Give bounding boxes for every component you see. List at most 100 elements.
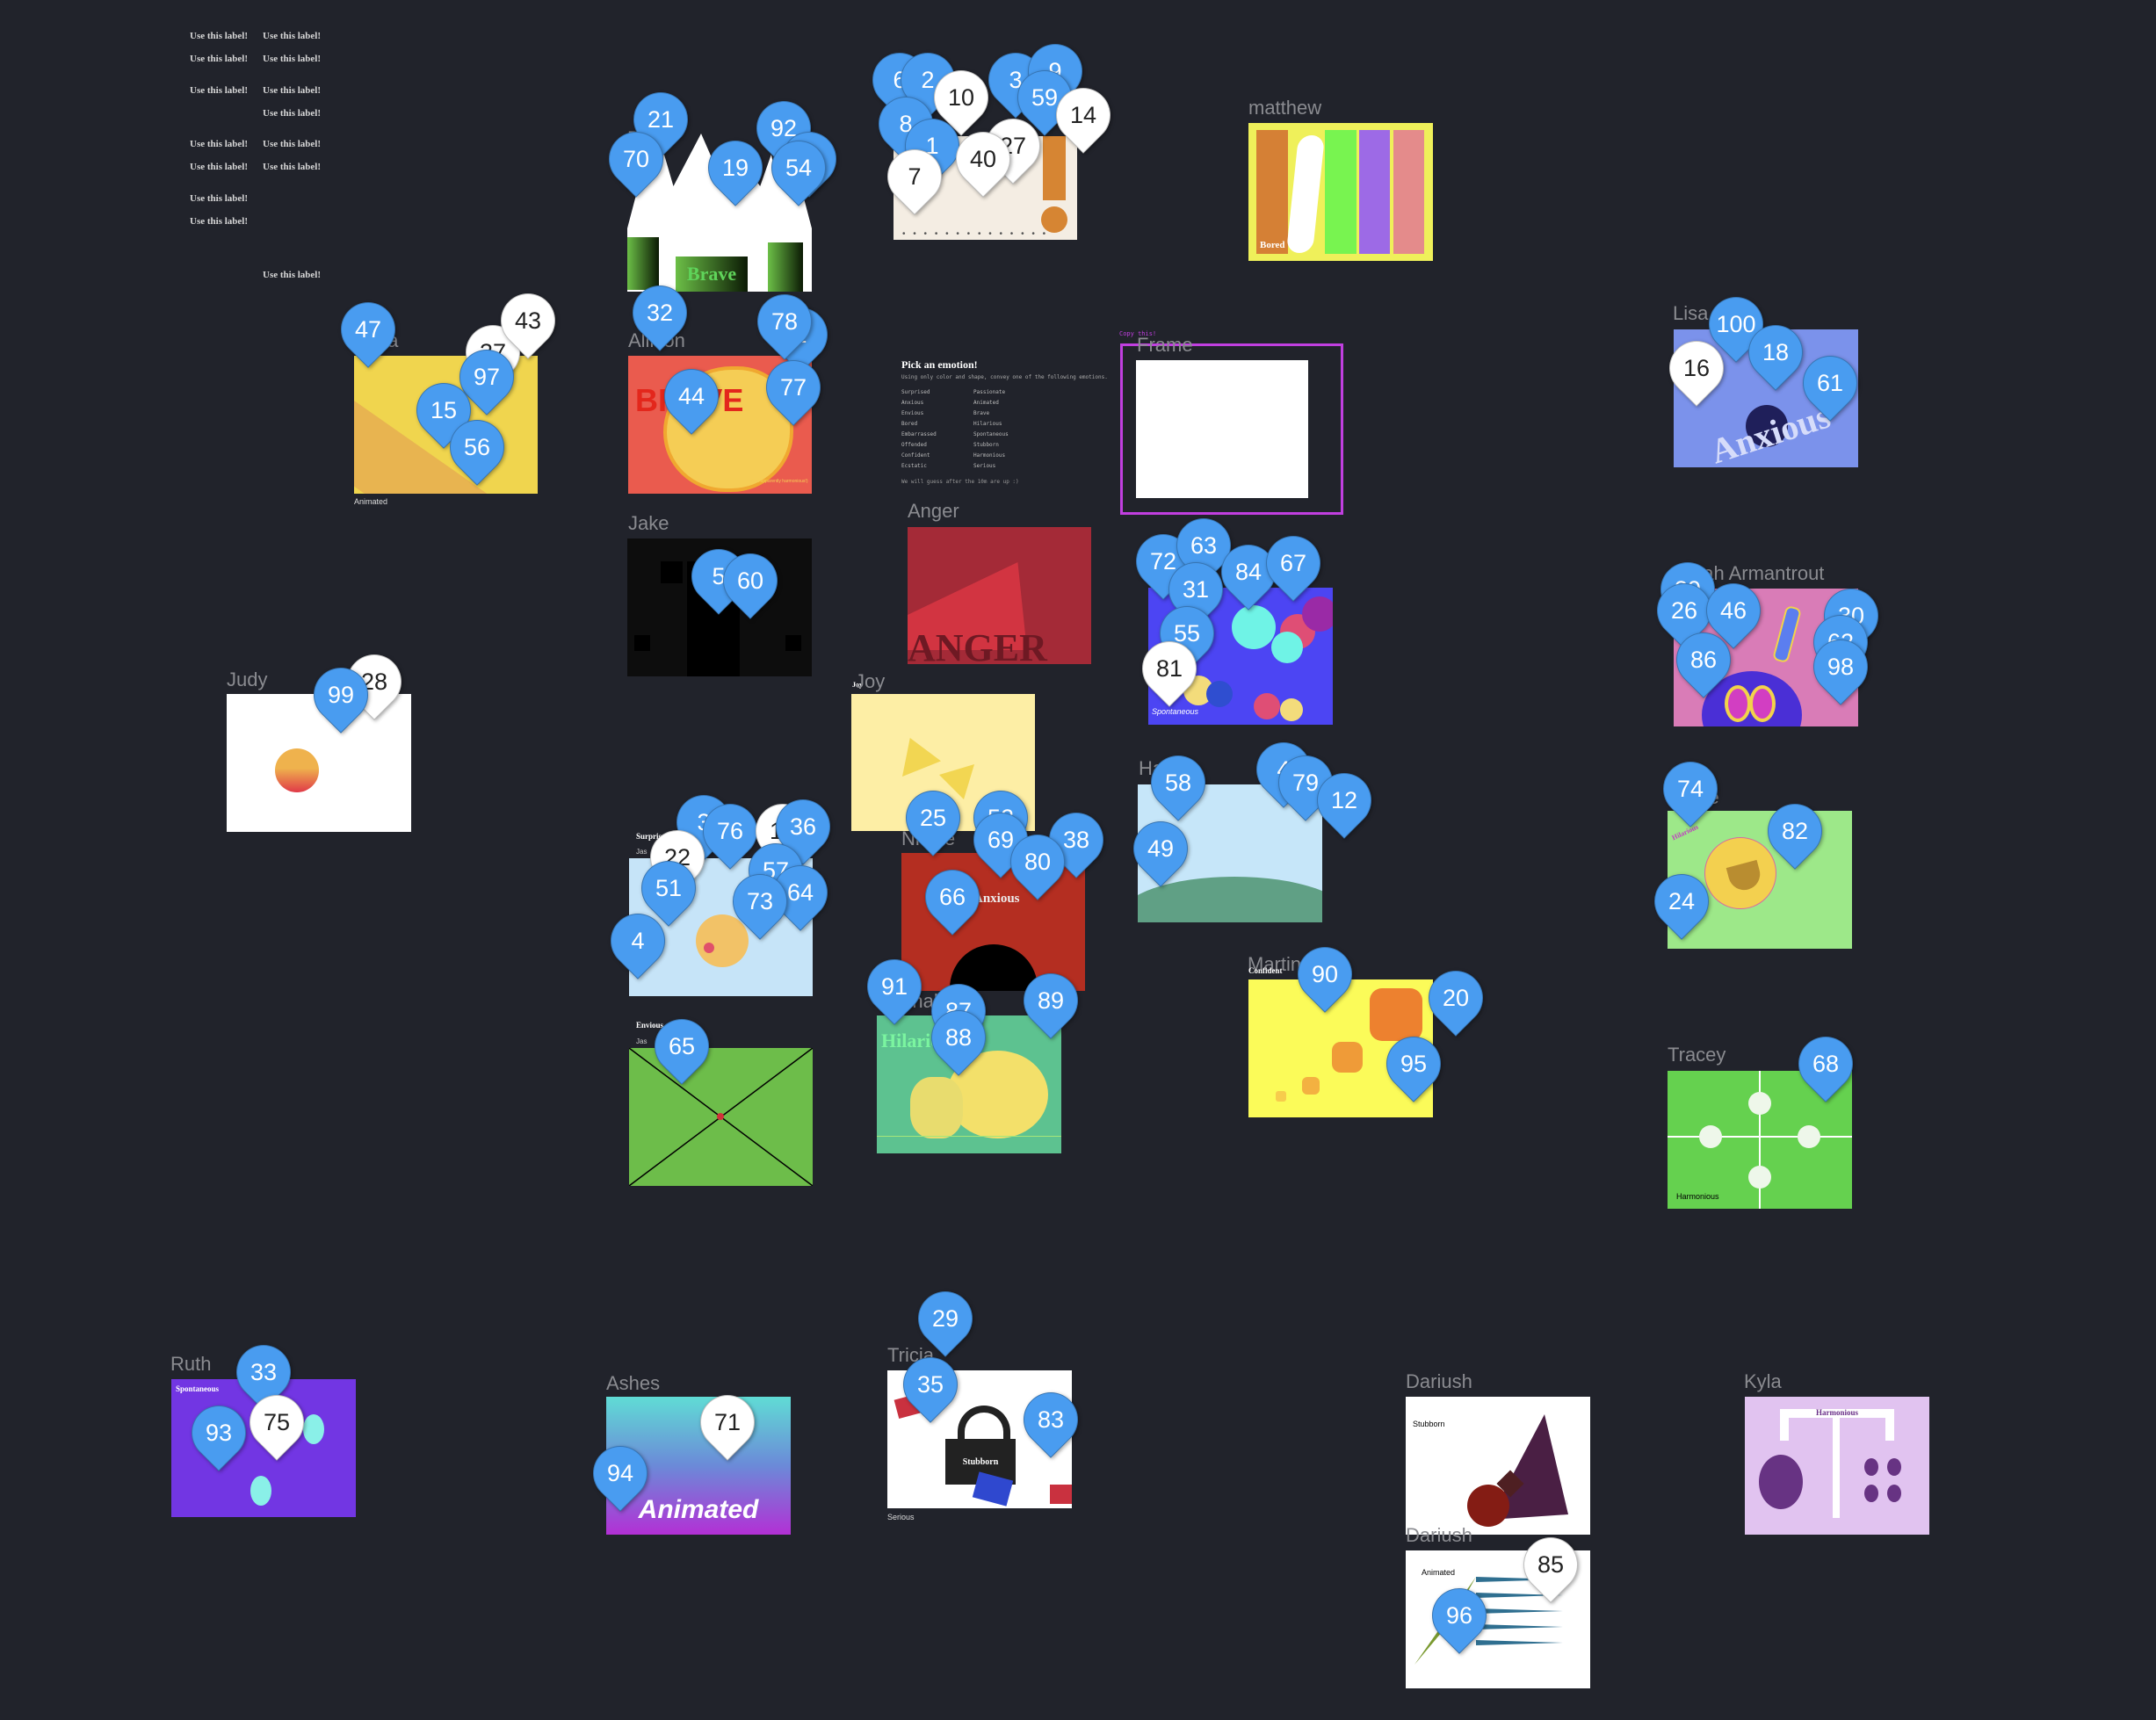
comment-pin-number: 7: [908, 163, 922, 190]
comment-pin-number: 29: [931, 1304, 959, 1332]
frame-name: Tracey: [1668, 1044, 1726, 1066]
frame-name: Anger: [908, 500, 959, 522]
comment-pin-number: 19: [721, 154, 749, 181]
comment-pin-number: 12: [1330, 786, 1358, 813]
comment-pin-number: 74: [1676, 775, 1704, 802]
comment-pin-number: 88: [944, 1023, 973, 1051]
comment-pin-number: 25: [919, 804, 947, 831]
comment-pin-number: 78: [771, 307, 799, 335]
confident-text: Confident: [1248, 966, 1283, 975]
sticky-label[interactable]: Use this label!: [190, 162, 248, 172]
comment-pin-number: 89: [1037, 986, 1065, 1014]
emotion-item: Animated: [973, 400, 999, 406]
frame-name: Frame: [1137, 334, 1193, 356]
comment-pin-number: 24: [1668, 887, 1696, 914]
frame-name: Judy: [227, 668, 268, 690]
comment-pin-number: 10: [947, 83, 975, 111]
sticky-label[interactable]: Use this label!: [190, 85, 248, 96]
animated-text: Animated: [638, 1495, 759, 1524]
comment-pin-number: 44: [677, 382, 705, 409]
frame-name: Lisa: [1673, 302, 1709, 324]
comment-pin-number: 33: [250, 1358, 278, 1385]
comment-pin-number: 65: [668, 1032, 696, 1059]
surprised-author: Jas: [636, 848, 648, 856]
comment-pin-number: 75: [263, 1408, 291, 1435]
sticky-label[interactable]: Use this label!: [190, 193, 248, 204]
sticky-label[interactable]: Use this label!: [263, 270, 321, 280]
spontaneous-text: Spontaneous: [176, 1384, 220, 1393]
frame-kyla[interactable]: Harmonious: [1745, 1397, 1929, 1535]
emotion-item: Bored: [901, 421, 918, 427]
comment-pin-number: 80: [1024, 848, 1052, 875]
comment-pin-number: 32: [646, 299, 674, 326]
comment-pin-number: 35: [916, 1370, 944, 1398]
comment-pin-number: 16: [1682, 354, 1711, 381]
frame-matthew[interactable]: Bored: [1248, 123, 1433, 261]
emotion-item: Hilarious: [973, 421, 1002, 427]
envious-author: Jas: [636, 1037, 648, 1045]
sticky-label[interactable]: Use this label!: [263, 54, 321, 64]
sticky-label[interactable]: Use this label!: [263, 31, 321, 41]
allison-note: (But apparently harmonious!): [751, 479, 808, 484]
frame-name: Dariush: [1406, 1370, 1472, 1392]
comment-pin-number: 95: [1400, 1050, 1428, 1077]
comment-pin-number: 81: [1155, 654, 1183, 682]
comment-pin-number: 70: [622, 145, 650, 172]
sticky-label[interactable]: Use this label!: [263, 162, 321, 172]
hilarious-text: Hilarious: [1670, 822, 1700, 842]
comment-pin-number: 85: [1537, 1550, 1565, 1578]
comment-pin-number: 77: [779, 373, 807, 401]
emotion-item: Envious: [901, 410, 924, 416]
comment-pin-number: 73: [746, 887, 774, 914]
animated-text: Animated: [1422, 1568, 1456, 1577]
comment-pin-number: 83: [1037, 1406, 1065, 1433]
sticky-label[interactable]: Use this label!: [263, 139, 321, 149]
comment-pin-number: 26: [1670, 596, 1698, 624]
frame-name: matthew: [1248, 97, 1322, 119]
comment-pin-number: 91: [880, 972, 908, 1000]
sticky-label[interactable]: Use this label!: [263, 108, 321, 119]
comment-pin-number: 49: [1147, 835, 1175, 862]
sticky-label[interactable]: Use this label!: [190, 54, 248, 64]
comment-pin-number: 71: [713, 1408, 742, 1435]
sticky-label[interactable]: Use this label!: [190, 31, 248, 41]
frame-name: Dariush: [1406, 1524, 1472, 1546]
frame-name: Ruth: [170, 1353, 212, 1375]
comment-pin-number: 43: [514, 307, 542, 334]
template-frame[interactable]: [1136, 360, 1308, 498]
brave-text: Brave: [676, 257, 748, 292]
comment-pin-number: 58: [1164, 769, 1192, 796]
comment-pin-number: 94: [606, 1459, 634, 1486]
comment-pin-number: 90: [1311, 960, 1339, 987]
sticky-label[interactable]: Use this label!: [190, 216, 248, 227]
sticky-label[interactable]: Use this label!: [263, 85, 321, 96]
comment-pin-number: 99: [327, 681, 355, 708]
comment-pin-number: 4: [631, 927, 645, 954]
frame-name: Ashes: [606, 1372, 661, 1394]
emotion-item: Confident: [901, 452, 930, 459]
emotion-item: Embarrassed: [901, 431, 937, 437]
comment-pin-number: 86: [1689, 646, 1718, 673]
emotion-item: Offended: [901, 442, 927, 448]
comment-pin-number: 93: [205, 1419, 233, 1446]
emotion-item: Brave: [973, 410, 990, 416]
comment-pin-number: 67: [1279, 549, 1307, 576]
comment-pin-number: 20: [1442, 984, 1470, 1011]
stubborn-text: Stubborn: [1413, 1420, 1445, 1428]
emotion-item: Surprised: [901, 389, 930, 395]
emotion-item: Passionate: [973, 389, 1006, 395]
comment-pin-number: 61: [1816, 369, 1844, 396]
frame-dariush-stubborn[interactable]: Stubborn: [1406, 1397, 1590, 1535]
comment-pin-number: 68: [1812, 1050, 1840, 1077]
comment-pin-number: 51: [655, 874, 683, 901]
anger-text: ANGER: [908, 626, 1047, 664]
emotion-item: Anxious: [901, 400, 924, 406]
harmonious-text: Harmonious: [1676, 1192, 1719, 1201]
comment-pin-number: 56: [463, 433, 491, 460]
comment-pin-number: 40: [969, 145, 997, 172]
frame-anger[interactable]: ANGER: [908, 527, 1091, 664]
emotion-list-left: Surprised Anxious Envious Bored Embarrassed O…: [901, 387, 973, 472]
comment-pin-number: 66: [938, 883, 966, 910]
sticky-label[interactable]: Use this label!: [190, 139, 248, 149]
emotion-item: Serious: [973, 463, 996, 469]
